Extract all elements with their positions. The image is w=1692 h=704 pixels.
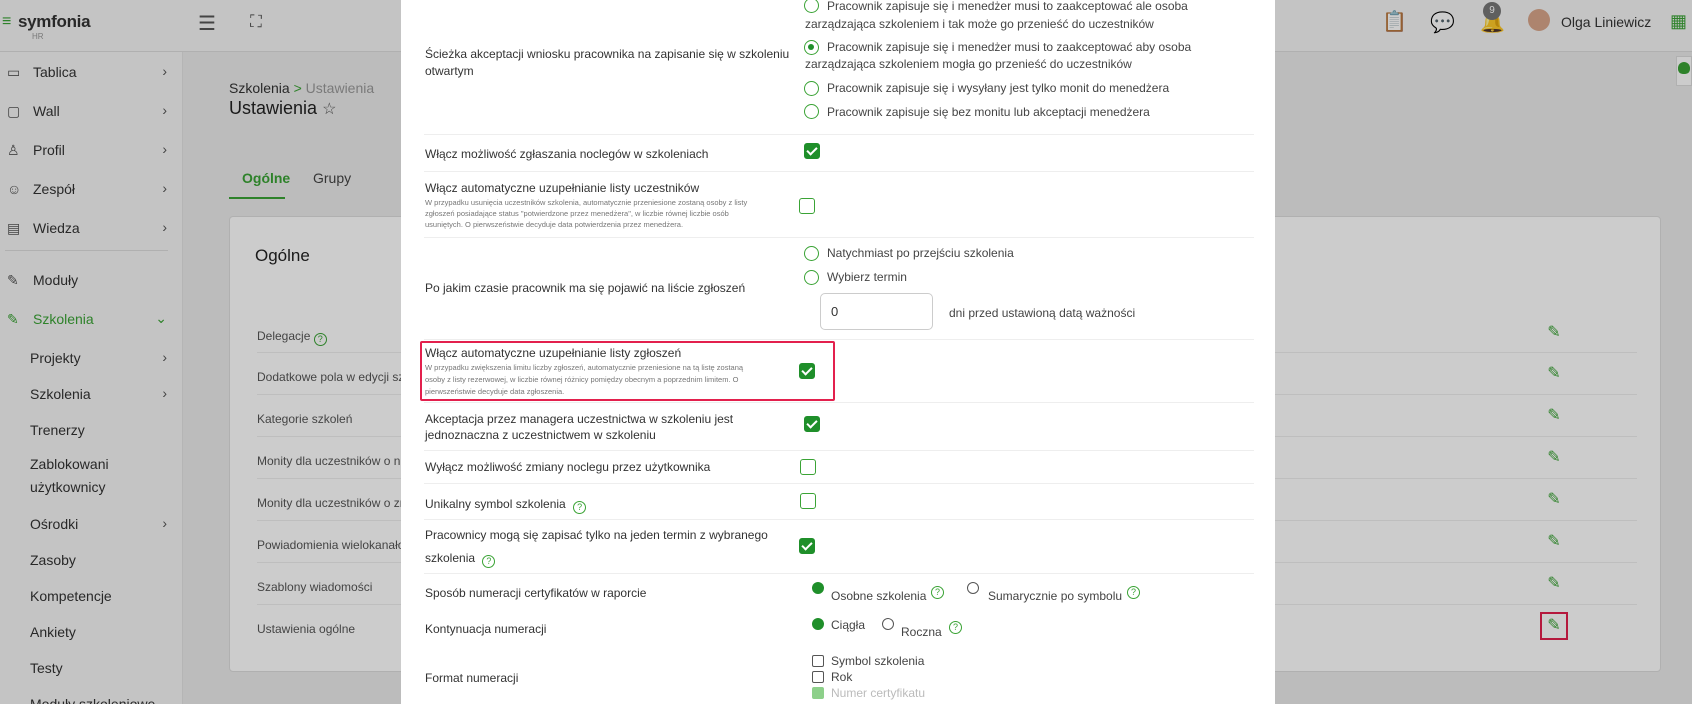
help-icon[interactable]: ? (1127, 586, 1140, 599)
one-term-line2-row: szkolenia ? (425, 549, 496, 568)
path-opt2-line2: zarządzająca szkoleniem mogła go przenie… (805, 57, 1132, 71)
modal-divider (424, 134, 1254, 135)
path-label-1: Ścieżka akceptacji wniosku pracownika na… (425, 47, 790, 61)
modal-divider (424, 519, 1254, 520)
modal-divider (424, 171, 1254, 172)
continuation-radio-2[interactable] (882, 618, 894, 630)
continuation-label: Kontynuacja numeracji (425, 622, 547, 636)
one-term-checkbox[interactable] (799, 538, 815, 554)
manager-accept-line2: jednoznaczna z uczestnictwem w szkoleniu (425, 428, 656, 442)
help-icon[interactable]: ? (931, 586, 944, 599)
lodging-checkbox[interactable] (804, 143, 820, 159)
help-icon[interactable]: ? (949, 621, 962, 634)
modal-divider (424, 450, 1254, 451)
modal-divider (424, 483, 1254, 484)
path-radio-4[interactable] (804, 104, 819, 119)
time-radio-1[interactable] (804, 246, 819, 261)
help-icon[interactable]: ? (573, 501, 587, 514)
path-radio-3[interactable] (804, 81, 819, 96)
auto-participants-desc-1: W przypadku usunięcia uczestników szkole… (425, 198, 748, 207)
auto-participants-desc-3: usuniętych. O pierwszeństwie decyduje da… (425, 220, 684, 229)
path-opt1-line2: zarządzająca szkoleniem i tak może go pr… (805, 17, 1154, 31)
continuation-opt2: Roczna (901, 625, 942, 639)
unique-symbol-row: Unikalny symbol szkolenia ? (425, 495, 587, 514)
format-opt3: Numer certyfikatu (831, 686, 926, 700)
numbering-radio-1[interactable] (812, 582, 824, 594)
modal-divider (424, 237, 1254, 238)
format-opt2: Rok (831, 670, 853, 684)
numbering-opt1: Osobne szkolenia (831, 589, 927, 603)
highlight-box (420, 341, 835, 401)
continuation-radio-1[interactable] (812, 618, 824, 630)
lodging-label: Włącz możliwość zgłaszania noclegów w sz… (425, 147, 709, 161)
disable-lodging-label: Wyłącz możliwość zmiany noclegu przez uż… (425, 460, 711, 474)
help-icon[interactable]: ? (482, 555, 496, 568)
auto-participants-checkbox[interactable] (799, 198, 815, 214)
manager-accept-checkbox[interactable] (804, 416, 820, 432)
format-checkbox-year[interactable] (812, 671, 824, 683)
time-opt1: Natychmiast po przejściu szkolenia (827, 246, 1014, 260)
path-opt4: Pracownik zapisuje się bez monitu lub ak… (827, 105, 1150, 119)
format-label: Format numeracji (425, 671, 519, 685)
numbering-label: Sposób numeracji certyfikatów w raporcie (425, 586, 647, 600)
unique-symbol-label: Unikalny symbol szkolenia (425, 497, 566, 511)
continuation-opt1: Ciągła (831, 618, 866, 632)
numbering-radio-2[interactable] (967, 582, 979, 594)
modal-divider (424, 573, 1254, 574)
format-opt1: Symbol szkolenia (831, 654, 925, 668)
one-term-line2: szkolenia (425, 551, 476, 565)
path-opt1-line1: Pracownik zapisuje się i menedżer musi t… (827, 0, 1188, 13)
modal-divider (424, 339, 1254, 340)
modal-divider (424, 402, 1254, 403)
path-opt3: Pracownik zapisuje się i wysyłany jest t… (827, 81, 1170, 95)
format-checkbox-symbol[interactable] (812, 655, 824, 667)
disable-lodging-checkbox[interactable] (800, 459, 816, 475)
time-radio-2[interactable] (804, 270, 819, 285)
path-opt2-line1: Pracownik zapisuje się i menedżer musi t… (827, 40, 1192, 54)
path-label-2: otwartym (425, 64, 474, 78)
auto-participants-desc-2: zgłoszeń posiadające status "potwierdzon… (425, 209, 729, 218)
path-radio-2[interactable] (804, 40, 819, 55)
auto-participants-label: Włącz automatyczne uzupełnianie listy uc… (425, 181, 700, 195)
one-term-line1: Pracownicy mogą się zapisać tylko na jed… (425, 528, 768, 542)
time-opt2: Wybierz termin (827, 270, 907, 284)
numbering-opt2: Sumarycznie po symbolu (988, 589, 1123, 603)
days-suffix: dni przed ustawioną datą ważności (949, 306, 1136, 320)
format-checkbox-number (812, 687, 824, 699)
time-label: Po jakim czasie pracownik ma się pojawić… (425, 281, 746, 295)
days-input[interactable]: 0 (820, 293, 933, 330)
unique-symbol-checkbox[interactable] (800, 493, 816, 509)
